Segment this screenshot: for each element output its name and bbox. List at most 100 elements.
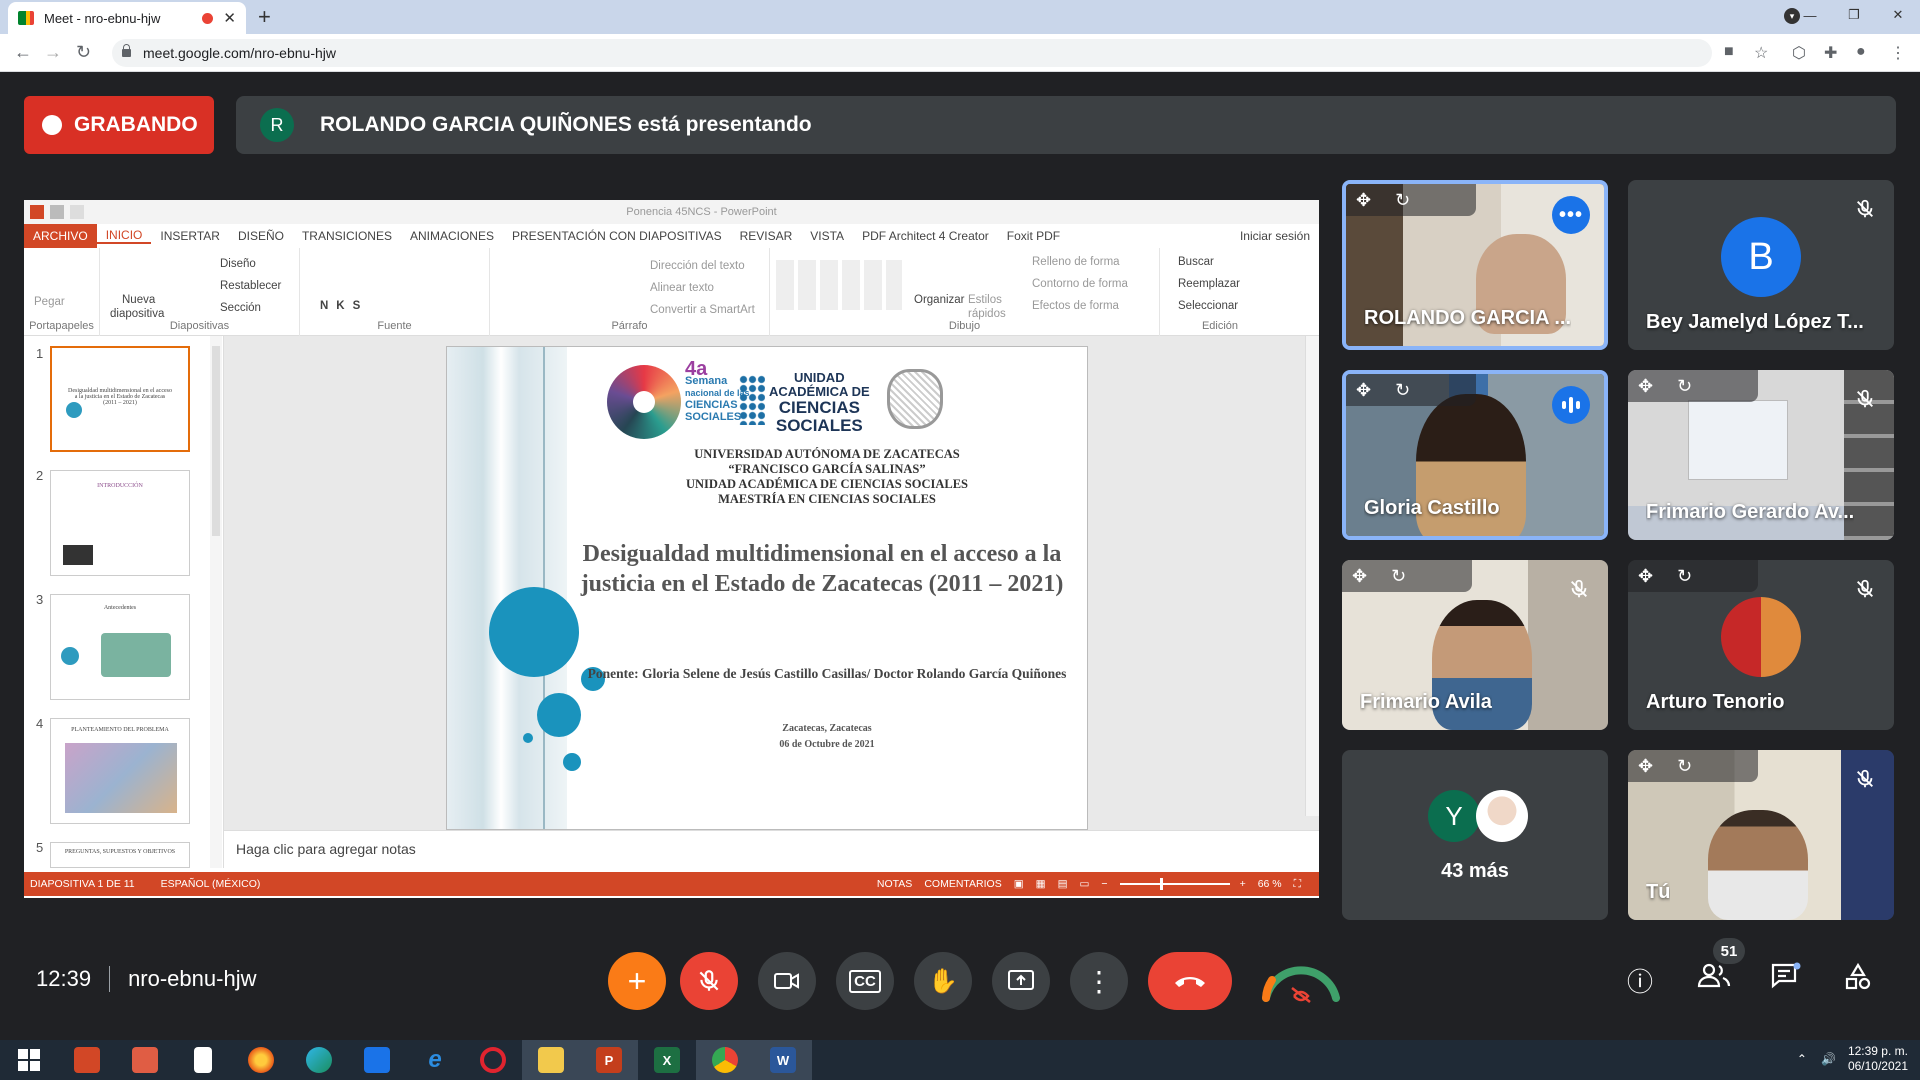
toggle-mic-button[interactable] bbox=[680, 952, 738, 1010]
refresh-icon[interactable]: ↻ bbox=[1391, 566, 1406, 587]
taskbar-app[interactable]: W bbox=[754, 1040, 812, 1080]
leave-call-button[interactable] bbox=[1148, 952, 1232, 1010]
uacs-dots-icon bbox=[739, 375, 765, 425]
slide-thumbnail: INTRODUCCIÓN bbox=[50, 470, 190, 576]
slide-date: 06 de Octubre de 2021 bbox=[779, 739, 875, 750]
university-seal-icon bbox=[887, 369, 943, 429]
participant-tile-gloria[interactable]: ✥ ↻ Gloria Castillo bbox=[1342, 370, 1608, 540]
uni-line: MAESTRÍA EN CIENCIAS SOCIALES bbox=[718, 492, 936, 506]
activities-plus-button[interactable]: + bbox=[608, 952, 666, 1010]
taskbar-app[interactable] bbox=[696, 1040, 754, 1080]
participant-count-badge: 51 bbox=[1713, 938, 1745, 964]
refresh-icon[interactable]: ↻ bbox=[1677, 566, 1692, 587]
taskbar-app[interactable]: e bbox=[406, 1040, 464, 1080]
toggle-camera-button[interactable] bbox=[758, 952, 816, 1010]
taskbar-app[interactable] bbox=[522, 1040, 580, 1080]
activities-button[interactable] bbox=[1838, 962, 1878, 999]
browser-tab[interactable]: Meet - nro-ebnu-hjw ✕ bbox=[8, 2, 246, 34]
status-language: ESPAÑOL (MÉXICO) bbox=[160, 878, 261, 890]
ppt-ribbon-tabs: ARCHIVO INICIO INSERTAR DISEÑO TRANSICIO… bbox=[24, 224, 1319, 248]
taskbar-app[interactable] bbox=[58, 1040, 116, 1080]
taskbar-app[interactable] bbox=[348, 1040, 406, 1080]
taskbar-app[interactable] bbox=[464, 1040, 522, 1080]
ribbon-group-diapositivas: Nueva diapositiva Diseño Restablecer Sec… bbox=[100, 248, 300, 336]
pin-move-icon[interactable]: ✥ bbox=[1638, 376, 1653, 397]
file-explorer-icon bbox=[538, 1047, 564, 1073]
thumb-illustration bbox=[101, 633, 171, 677]
ribbon-diapositiva: diapositiva bbox=[110, 308, 165, 320]
pin-move-icon[interactable]: ✥ bbox=[1638, 566, 1653, 587]
taskbar-app[interactable] bbox=[174, 1040, 232, 1080]
people-button[interactable] bbox=[1694, 962, 1734, 995]
ribbon-group-edicion: Buscar Reemplazar Seleccionar Edición bbox=[1160, 248, 1280, 336]
ribbon-group-label: Edición bbox=[1201, 320, 1239, 332]
url-omnibox[interactable]: meet.google.com/nro-ebnu-hjw bbox=[112, 39, 1712, 67]
recording-label: GRABANDO bbox=[74, 113, 198, 136]
cube-extension-icon[interactable]: ⬡ bbox=[1792, 43, 1806, 63]
logo-unidad: UNIDAD bbox=[794, 370, 845, 385]
meeting-time: 12:39 bbox=[36, 966, 92, 991]
meeting-details-button[interactable]: ⓘ bbox=[1620, 962, 1660, 999]
participant-tile-more[interactable]: Y 43 más bbox=[1342, 750, 1608, 920]
participant-tile-bey[interactable]: B Bey Jamelyd López T... bbox=[1628, 180, 1894, 350]
menu-kebab-icon[interactable]: ⋮ bbox=[1890, 43, 1906, 63]
ppt-tab-diseno: DISEÑO bbox=[237, 229, 284, 243]
taskbar-app[interactable] bbox=[290, 1040, 348, 1080]
forward-icon[interactable]: → bbox=[44, 42, 62, 63]
present-screen-button[interactable] bbox=[992, 952, 1050, 1010]
more-options-button[interactable]: ••• bbox=[1552, 196, 1590, 234]
participant-tile-frimario-gerardo[interactable]: ✥ ↻ Frimario Gerardo Av... bbox=[1628, 370, 1894, 540]
windows-logo-icon bbox=[18, 1049, 40, 1071]
tile-controls: ✥ ↻ bbox=[1628, 560, 1758, 592]
pin-move-icon[interactable]: ✥ bbox=[1356, 380, 1371, 401]
close-window-icon[interactable]: ✕ bbox=[1876, 0, 1920, 30]
tray-overflow-icon[interactable]: ⌃ bbox=[1797, 1052, 1807, 1066]
taskbar-app[interactable] bbox=[232, 1040, 290, 1080]
tray-clock[interactable]: 12:39 p. m. 06/10/2021 bbox=[1848, 1044, 1908, 1074]
ribbon-group-portapapeles: Pegar Portapapeles bbox=[24, 248, 100, 336]
camera-icon[interactable]: ■ bbox=[1724, 43, 1734, 61]
refresh-icon[interactable]: ↻ bbox=[1395, 380, 1410, 401]
participant-tile-arturo[interactable]: ✥ ↻ Arturo Tenorio bbox=[1628, 560, 1894, 730]
view-sorter-icon: ▦ bbox=[1035, 878, 1046, 890]
minimize-icon[interactable]: — bbox=[1788, 0, 1832, 30]
presentation-app-icon bbox=[74, 1047, 100, 1073]
recording-button[interactable]: GRABANDO bbox=[24, 96, 214, 154]
captions-button[interactable]: CC bbox=[836, 952, 894, 1010]
participant-tile-self[interactable]: ✥ ↻ Tú bbox=[1628, 750, 1894, 920]
view-reading-icon: ▤ bbox=[1057, 878, 1068, 890]
new-tab-button[interactable]: + bbox=[258, 4, 271, 30]
participant-tile-rolando[interactable]: ✥ ↻ ••• ROLANDO GARCIA ... bbox=[1342, 180, 1608, 350]
ribbon-organizar: Organizar bbox=[914, 294, 965, 306]
current-slide: 4a Semana nacional de las CIENCIAS SOCIA… bbox=[446, 346, 1088, 830]
uni-line: “FRANCISCO GARCÍA SALINAS” bbox=[728, 462, 926, 476]
ribbon-direccion-texto: Dirección del texto bbox=[650, 260, 745, 272]
taskbar-app[interactable] bbox=[116, 1040, 174, 1080]
volume-icon[interactable]: 🔊 bbox=[1821, 1052, 1836, 1066]
reload-icon[interactable]: ↻ bbox=[76, 42, 91, 63]
notes-pane: Haga clic para agregar notas bbox=[224, 830, 1319, 868]
raise-hand-button[interactable]: ✋ bbox=[914, 952, 972, 1010]
bookmark-star-icon[interactable]: ☆ bbox=[1754, 43, 1768, 63]
pin-move-icon[interactable]: ✥ bbox=[1356, 190, 1371, 211]
pin-move-icon[interactable]: ✥ bbox=[1638, 756, 1653, 777]
profile-icon[interactable]: ● bbox=[1856, 43, 1866, 61]
close-tab-icon[interactable]: ✕ bbox=[223, 9, 236, 27]
refresh-icon[interactable]: ↻ bbox=[1395, 190, 1410, 211]
refresh-icon[interactable]: ↻ bbox=[1677, 756, 1692, 777]
refresh-icon[interactable]: ↻ bbox=[1677, 376, 1692, 397]
ppt-tab-pdf-architect: PDF Architect 4 Creator bbox=[862, 229, 989, 243]
participant-tile-frimario-avila[interactable]: ✥ ↻ Frimario Avila bbox=[1342, 560, 1608, 730]
captions-icon: CC bbox=[849, 969, 881, 993]
maximize-icon[interactable]: ❐ bbox=[1832, 0, 1876, 30]
ribbon-group-parrafo: Dirección del texto Alinear texto Conver… bbox=[490, 248, 770, 336]
puzzle-extension-icon[interactable]: ✚ bbox=[1824, 43, 1837, 63]
taskbar-app[interactable]: P bbox=[580, 1040, 638, 1080]
more-options-button[interactable]: ⋮ bbox=[1070, 952, 1128, 1010]
start-button[interactable] bbox=[0, 1040, 58, 1080]
taskbar-app[interactable]: X bbox=[638, 1040, 696, 1080]
pin-move-icon[interactable]: ✥ bbox=[1352, 566, 1367, 587]
back-icon[interactable]: ← bbox=[14, 42, 32, 63]
ppt-signin: Iniciar sesión bbox=[1239, 229, 1310, 243]
chat-button[interactable] bbox=[1766, 962, 1806, 997]
